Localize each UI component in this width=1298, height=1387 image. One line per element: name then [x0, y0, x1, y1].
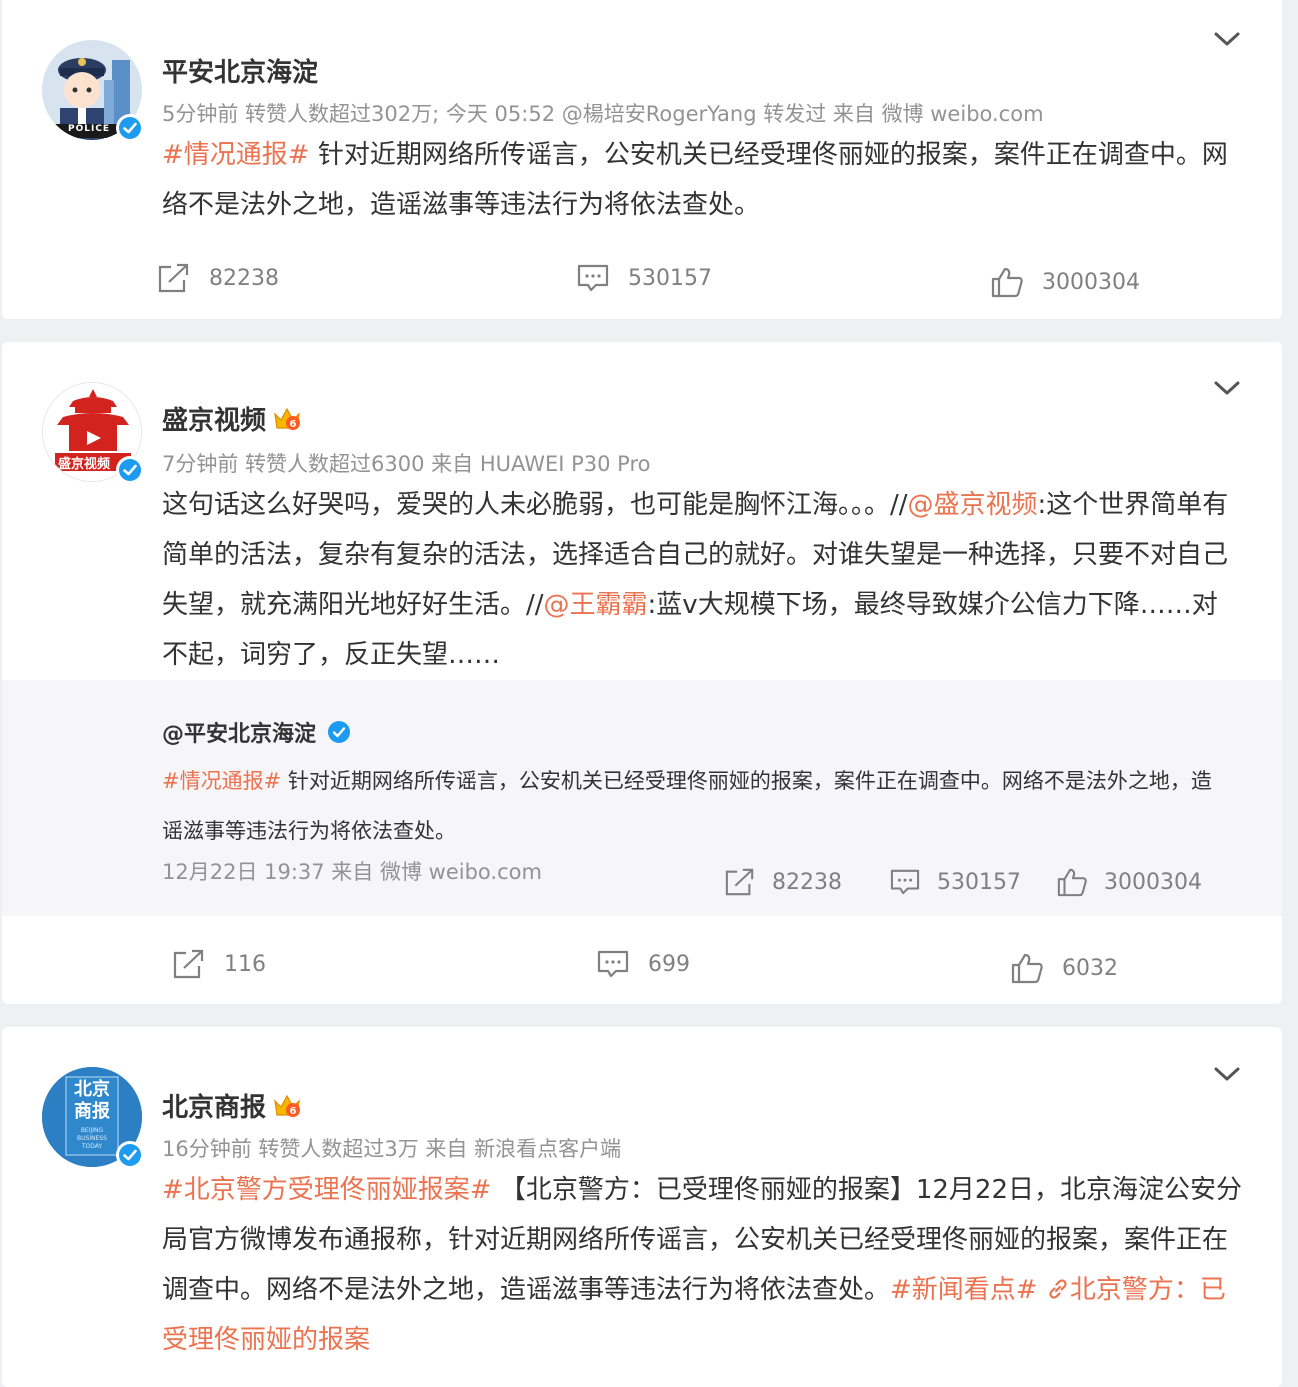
mention-link[interactable]: @王霸霸 [544, 590, 648, 620]
username[interactable]: 北京商报 [162, 1093, 266, 1123]
mention-link[interactable]: @盛京视频 [908, 490, 1038, 520]
hashtag-link[interactable]: #新闻看点# [890, 1275, 1038, 1305]
like-count: 6032 [1062, 955, 1118, 981]
avatar-label: 北京商报 [74, 1079, 110, 1122]
hashtag-link[interactable]: #情况通报# [162, 140, 310, 170]
quoted-like-button[interactable]: 3000304 [1056, 864, 1202, 900]
post-body: 针对近期网络所传谣言，公安机关已经受理佟丽娅的报案，案件正在调查中。网络不是法外… [162, 140, 1228, 220]
post-card: 盛京视频 盛京视频 6 7分钟前 转赞人数超过6300 来自 HUAWEI P30… [2, 342, 1282, 1004]
quoted-comment-button[interactable]: 530157 [889, 864, 1021, 900]
quoted-username[interactable]: @平安北京海淀 [162, 716, 316, 748]
comment-button[interactable]: 699 [596, 944, 690, 984]
repost-count: 82238 [772, 869, 842, 895]
comment-count: 699 [648, 951, 690, 977]
post-meta: 16分钟前 转赞人数超过3万 来自 新浪看点客户端 [162, 1137, 622, 1161]
like-button[interactable]: 6032 [1010, 948, 1118, 988]
like-icon [991, 267, 1023, 298]
post-text: #北京警方受理佟丽娅报案# 【北京警方：已受理佟丽娅的报案】12月22日，北京海… [162, 1165, 1242, 1365]
comment-count: 530157 [937, 869, 1021, 895]
vip-crown-icon: 6 [274, 1094, 301, 1117]
chevron-down-icon[interactable] [1212, 1064, 1242, 1084]
like-icon [1011, 953, 1043, 984]
hashtag-link[interactable]: #北京警方受理佟丽娅报案# [162, 1175, 492, 1205]
action-bar: 116 699 6032 [2, 944, 1282, 984]
quoted-username-row: @平安北京海淀 [162, 716, 352, 748]
like-count: 3000304 [1042, 269, 1140, 295]
repost-icon [725, 868, 754, 896]
chevron-down-icon[interactable] [1212, 378, 1242, 398]
svg-text:6: 6 [290, 1106, 297, 1117]
quoted-repost-button[interactable]: 82238 [724, 864, 842, 900]
quoted-post[interactable]: @平安北京海淀 #情况通报# 针对近期网络所传谣言，公安机关已经受理佟丽娅的报案… [2, 680, 1282, 916]
avatar[interactable]: 北京商报 BEIJING BUSINESS TODAY [42, 1067, 144, 1169]
avatar-label: POLICE [68, 124, 111, 134]
post-meta: 5分钟前 转赞人数超过302万; 今天 05:52 @楊培安RogerYang … [162, 102, 1044, 126]
verified-icon [328, 721, 351, 743]
avatar[interactable]: POLICE [42, 40, 144, 142]
vip-crown-icon: 6 [274, 407, 301, 430]
repost-icon [173, 949, 204, 979]
comment-icon [597, 950, 629, 978]
link-icon [1049, 1279, 1067, 1299]
comment-count: 530157 [628, 265, 712, 291]
svg-text:6: 6 [290, 419, 297, 430]
post-card: 北京商报 BEIJING BUSINESS TODAY 北京商报 6 16分钟前 … [2, 1027, 1282, 1387]
post-meta: 7分钟前 转赞人数超过6300 来自 HUAWEI P30 Pro [162, 452, 651, 476]
action-bar: 82238 530157 3000304 [2, 258, 1282, 298]
username[interactable]: 盛京视频 [162, 406, 266, 436]
avatar-sublabel: BEIJING BUSINESS TODAY [77, 1127, 107, 1150]
comment-icon [890, 869, 920, 895]
verified-icon [116, 456, 144, 484]
username-row: 盛京视频 6 [162, 400, 302, 437]
verified-icon [116, 114, 144, 142]
repost-button[interactable]: 116 [172, 944, 266, 984]
username-row: 北京商报 6 [162, 1087, 302, 1124]
username[interactable]: 平安北京海淀 [162, 52, 318, 89]
quoted-body: 针对近期网络所传谣言，公安机关已经受理佟丽娅的报案，案件正在调查中。网络不是法外… [162, 769, 1212, 843]
post-card: POLICE 平安北京海淀 5分钟前 转赞人数超过302万; 今天 05:52 … [2, 0, 1282, 319]
comment-button[interactable]: 530157 [576, 258, 712, 298]
hashtag-link[interactable]: #情况通报# [162, 769, 281, 793]
repost-count: 116 [224, 951, 266, 977]
like-icon [1057, 868, 1087, 897]
repost-button[interactable]: 82238 [157, 258, 279, 298]
avatar-label: 盛京视频 [58, 457, 111, 472]
verified-icon [116, 1141, 144, 1169]
chevron-down-icon[interactable] [1212, 29, 1242, 49]
repost-icon [158, 263, 189, 293]
like-count: 3000304 [1104, 869, 1202, 895]
quoted-meta: 12月22日 19:37 来自 微博 weibo.com [162, 860, 542, 884]
avatar[interactable]: 盛京视频 [42, 382, 144, 484]
repost-count: 82238 [209, 265, 279, 291]
post-body: 这句话这么好哭吗，爱哭的人未必脆弱，也可能是胸怀江海。。。// [162, 490, 908, 520]
like-button[interactable]: 3000304 [990, 262, 1140, 302]
quoted-text: #情况通报# 针对近期网络所传谣言，公安机关已经受理佟丽娅的报案，案件正在调查中… [162, 756, 1222, 856]
post-text: #情况通报# 针对近期网络所传谣言，公安机关已经受理佟丽娅的报案，案件正在调查中… [162, 130, 1242, 230]
comment-icon [577, 264, 609, 292]
post-text: 这句话这么好哭吗，爱哭的人未必脆弱，也可能是胸怀江海。。。//@盛京视频:这个世… [162, 480, 1242, 680]
